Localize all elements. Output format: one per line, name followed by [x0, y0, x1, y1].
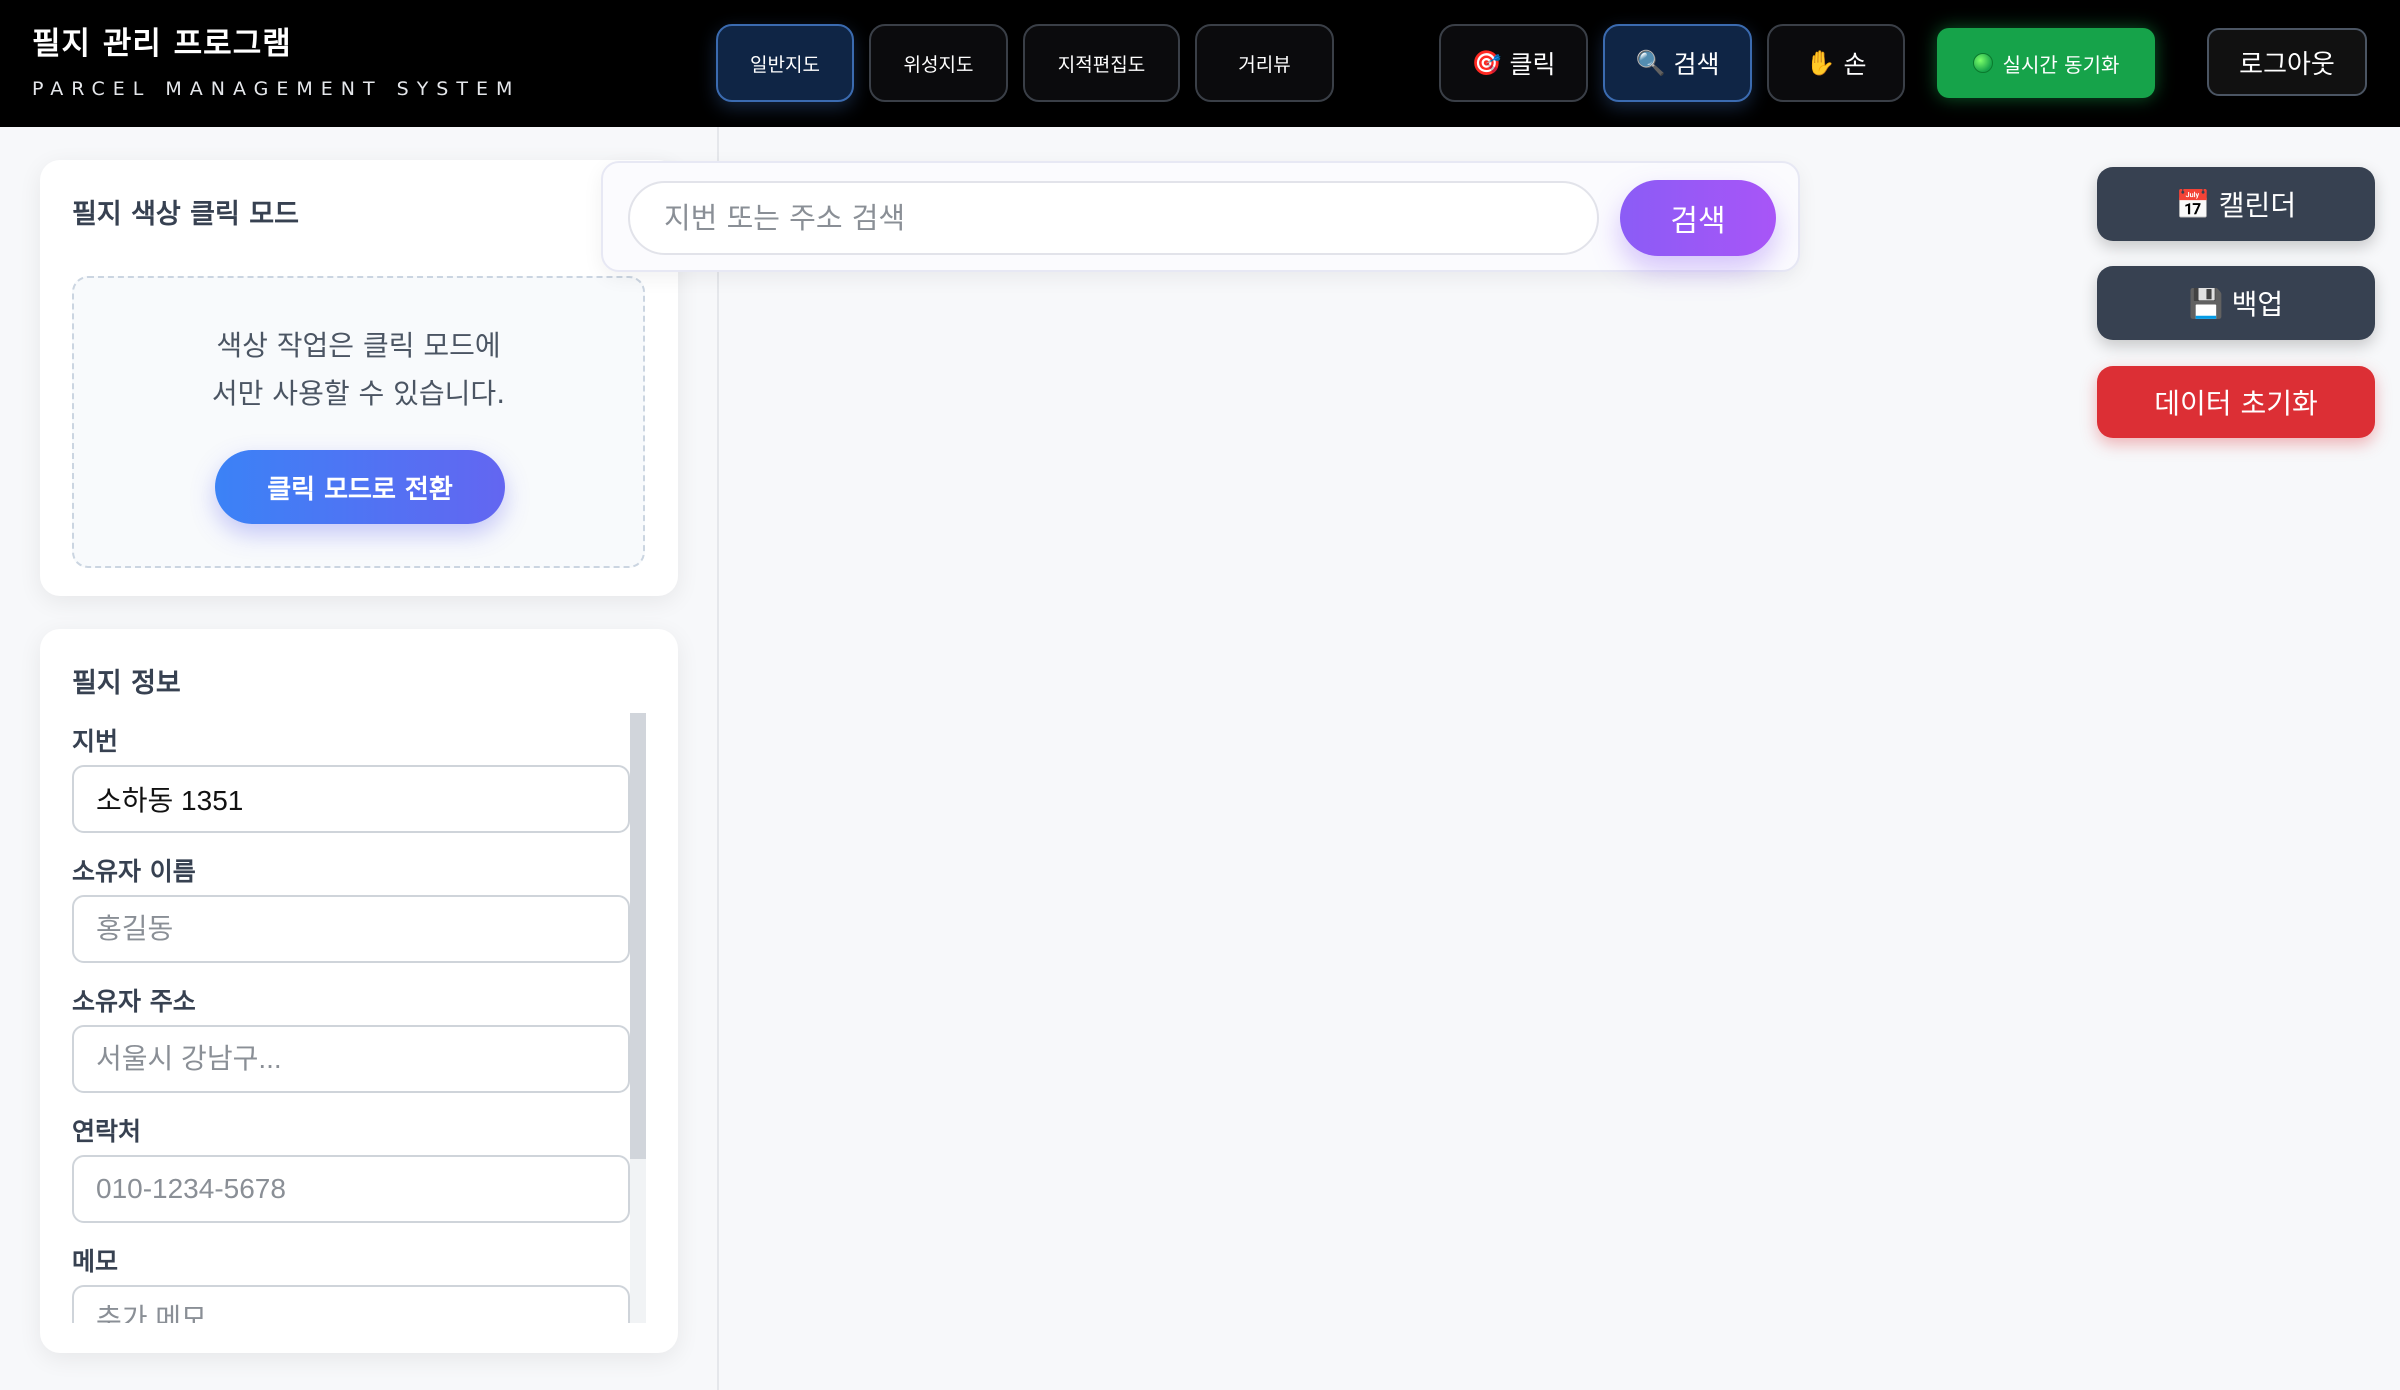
calendar-icon: 📅	[2175, 187, 2211, 221]
search-icon: 🔍	[1635, 49, 1666, 77]
color-mode-card: 필지 색상 클릭 모드 색상 작업은 클릭 모드에 서만 사용할 수 있습니다.…	[40, 160, 678, 596]
search-button[interactable]: 검색	[1620, 180, 1776, 256]
mode-click-button[interactable]: 🎯 클릭	[1439, 24, 1588, 102]
map-type-satellite-button[interactable]: 위성지도	[869, 24, 1008, 102]
calendar-label: 캘린더	[2218, 189, 2297, 222]
realtime-sync-button[interactable]: 실시간 동기화	[1937, 28, 2155, 98]
map-type-label: 거리뷰	[1238, 53, 1291, 76]
notice-line-1: 색상 작업은 클릭 모드에	[216, 329, 501, 362]
status-dot-icon	[1972, 53, 1993, 73]
target-icon: 🎯	[1471, 49, 1502, 77]
memo-label: 메모	[72, 1247, 119, 1276]
map-type-label: 일반지도	[750, 53, 820, 76]
parcel-info-form: 지번 소유자 이름 소유자 주소 연락처 메모	[72, 713, 646, 1323]
mode-search-button[interactable]: 🔍 검색	[1603, 24, 1752, 102]
owner-name-field[interactable]	[72, 895, 630, 963]
backup-button[interactable]: 💾 백업	[2097, 266, 2375, 340]
switch-to-click-mode-button[interactable]: 클릭 모드로 전환	[215, 450, 505, 524]
owner-address-label: 소유자 주소	[72, 987, 196, 1016]
parcel-info-card: 필지 정보 지번 소유자 이름 소유자 주소 연락처 메모	[40, 629, 678, 1353]
color-mode-title: 필지 색상 클릭 모드	[72, 199, 299, 230]
search-panel: 검색	[601, 161, 1800, 272]
app-title: 필지 관리 프로그램	[32, 26, 292, 62]
mode-label: 검색	[1673, 50, 1720, 79]
lot-number-label: 지번	[72, 727, 119, 756]
form-scrollbar-thumb[interactable]	[630, 713, 646, 1159]
map-type-label: 위성지도	[903, 53, 974, 76]
logout-button[interactable]: 로그아웃	[2207, 28, 2367, 96]
app-subtitle: PARCEL MANAGEMENT SYSTEM	[32, 78, 521, 100]
parcel-info-title: 필지 정보	[72, 668, 181, 699]
map-type-label: 지적편집도	[1057, 53, 1146, 76]
contact-label: 연락처	[72, 1117, 142, 1146]
floppy-disk-icon: 💾	[2188, 286, 2224, 320]
mode-hand-button[interactable]: ✋ 손	[1767, 24, 1905, 102]
owner-address-field[interactable]	[72, 1025, 630, 1093]
lot-number-field[interactable]	[72, 765, 630, 833]
notice-line-2: 서만 사용할 수 있습니다.	[211, 377, 506, 410]
mode-label: 손	[1843, 50, 1867, 79]
calendar-button[interactable]: 📅 캘린더	[2097, 167, 2375, 241]
contact-field[interactable]	[72, 1155, 630, 1223]
app-header: 필지 관리 프로그램 PARCEL MANAGEMENT SYSTEM 일반지도…	[0, 0, 2400, 127]
mode-label: 클릭	[1509, 50, 1556, 79]
owner-name-label: 소유자 이름	[72, 857, 196, 886]
map-type-cadastral-button[interactable]: 지적편집도	[1023, 24, 1180, 102]
sidebar: 필지 색상 클릭 모드 색상 작업은 클릭 모드에 서만 사용할 수 있습니다.…	[0, 127, 719, 1390]
sync-label: 실시간 동기화	[2002, 52, 2120, 77]
color-mode-notice: 색상 작업은 클릭 모드에 서만 사용할 수 있습니다. 클릭 모드로 전환	[72, 276, 645, 568]
search-input[interactable]	[628, 181, 1599, 255]
backup-label: 백업	[2231, 288, 2284, 321]
map-type-streetview-button[interactable]: 거리뷰	[1195, 24, 1334, 102]
map-type-normal-button[interactable]: 일반지도	[716, 24, 854, 102]
hand-icon: ✋	[1805, 49, 1836, 77]
reset-data-button[interactable]: 데이터 초기화	[2097, 366, 2375, 438]
memo-field[interactable]	[72, 1285, 630, 1323]
notice-text: 색상 작업은 클릭 모드에 서만 사용할 수 있습니다.	[74, 322, 643, 418]
